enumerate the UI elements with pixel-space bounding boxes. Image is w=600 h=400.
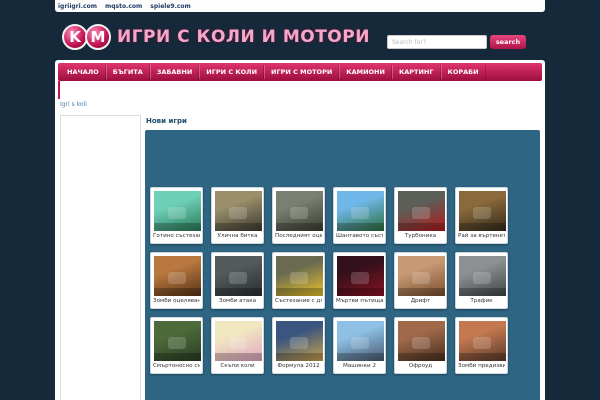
search-input[interactable] — [387, 35, 487, 49]
game-thumbnail[interactable] — [337, 321, 384, 361]
game-thumbnail[interactable] — [398, 256, 445, 296]
game-title[interactable]: Скъпи коли — [214, 363, 261, 369]
game-card[interactable]: Зомби атака — [211, 252, 264, 309]
game-title[interactable]: Последният оцелял — [275, 233, 322, 239]
nav-item-trucks[interactable]: КАМИОНИ — [339, 65, 392, 79]
game-card[interactable]: Състезание с джипове — [272, 252, 325, 309]
game-card[interactable]: Офроуд — [394, 317, 447, 374]
nav-item-buggies[interactable]: БЪГИТА — [105, 65, 150, 79]
logo-letter-m: M — [85, 24, 111, 50]
game-card[interactable]: Рай за въртенето — [455, 187, 508, 244]
game-thumbnail[interactable] — [154, 321, 201, 361]
game-thumbnail[interactable] — [276, 191, 323, 231]
nav-item-fun[interactable]: ЗАБАВНИ — [149, 65, 200, 79]
main-page: НАЧАЛО БЪГИТА ЗАБАВНИ ИГРИ С КОЛИ ИГРИ С… — [55, 60, 545, 400]
game-card[interactable]: Дрифт — [394, 252, 447, 309]
nav-item-car-games[interactable]: ИГРИ С КОЛИ — [199, 65, 265, 79]
game-title[interactable]: Офроуд — [397, 363, 444, 369]
top-links-bar: igriigri.com mqsto.com spiele9.com — [55, 0, 545, 12]
nav-item-ships[interactable]: КОРАБИ — [440, 65, 486, 79]
site-logo[interactable]: K M ИГРИ С КОЛИ И МОТОРИ — [62, 24, 370, 50]
topbar-link-spiele9[interactable]: spiele9.com — [150, 3, 191, 10]
game-thumbnail[interactable] — [398, 191, 445, 231]
game-card[interactable]: Готино състезание — [150, 187, 203, 244]
game-card[interactable]: Формула 2012 — [272, 317, 325, 374]
game-title[interactable]: Зомби предизвикателство — [458, 363, 505, 369]
game-thumbnail[interactable] — [215, 191, 262, 231]
nav-item-home[interactable]: НАЧАЛО — [61, 65, 106, 79]
game-title[interactable]: Рай за въртенето — [458, 233, 505, 239]
sidebar-box — [60, 115, 141, 400]
logo-badge: K M — [62, 24, 111, 50]
game-thumbnail[interactable] — [459, 191, 506, 231]
game-card[interactable]: Зомби предизвикателство — [455, 317, 508, 374]
game-thumbnail[interactable] — [337, 256, 384, 296]
game-card[interactable]: Трафик — [455, 252, 508, 309]
game-card[interactable]: Шантавото състезание — [333, 187, 386, 244]
game-thumbnail[interactable] — [276, 321, 323, 361]
game-title[interactable]: Състезание с джипове — [275, 298, 322, 304]
main-nav: НАЧАЛО БЪГИТА ЗАБАВНИ ИГРИ С КОЛИ ИГРИ С… — [58, 63, 542, 81]
section-title: Нови игри — [146, 117, 187, 125]
game-card[interactable]: Турбоника — [394, 187, 447, 244]
game-title[interactable]: Улична битка — [214, 233, 261, 239]
game-card[interactable]: Машинки 2 — [333, 317, 386, 374]
game-title[interactable]: Зомби оцеляване — [153, 298, 200, 304]
games-panel: Готино състезание Улична битка Последният … — [145, 130, 540, 400]
game-thumbnail[interactable] — [398, 321, 445, 361]
game-card[interactable]: Скъпи коли — [211, 317, 264, 374]
game-thumbnail[interactable] — [459, 321, 506, 361]
game-title[interactable]: Турбоника — [397, 233, 444, 239]
topbar-link-mqsto[interactable]: mqsto.com — [105, 3, 142, 10]
game-title[interactable]: Зомби атака — [214, 298, 261, 304]
game-card[interactable]: Мъртви пътища — [333, 252, 386, 309]
game-card[interactable]: Зомби оцеляване — [150, 252, 203, 309]
game-title[interactable]: Мъртви пътища — [336, 298, 383, 304]
search-form: search — [387, 35, 526, 49]
game-title[interactable]: Машинки 2 — [336, 363, 383, 369]
game-thumbnail[interactable] — [154, 191, 201, 231]
game-card[interactable]: Смъртоносно състезание — [150, 317, 203, 374]
breadcrumb[interactable]: Igri s koli — [60, 101, 87, 108]
submenu-accent — [58, 81, 60, 99]
game-thumbnail[interactable] — [154, 256, 201, 296]
game-thumbnail[interactable] — [337, 191, 384, 231]
nav-item-moto-games[interactable]: ИГРИ С МОТОРИ — [264, 65, 340, 79]
game-title[interactable]: Трафик — [458, 298, 505, 304]
game-title[interactable]: Готино състезание — [153, 233, 200, 239]
game-thumbnail[interactable] — [459, 256, 506, 296]
game-title[interactable]: Формула 2012 — [275, 363, 322, 369]
game-title[interactable]: Шантавото състезание — [336, 233, 383, 239]
game-card[interactable]: Последният оцелял — [272, 187, 325, 244]
search-button[interactable]: search — [490, 35, 526, 49]
game-thumbnail[interactable] — [276, 256, 323, 296]
game-title[interactable]: Дрифт — [397, 298, 444, 304]
nav-item-karting[interactable]: КАРТИНГ — [391, 65, 441, 79]
game-thumbnail[interactable] — [215, 256, 262, 296]
game-title[interactable]: Смъртоносно състезание — [153, 363, 200, 369]
site-title: ИГРИ С КОЛИ И МОТОРИ — [117, 27, 370, 47]
game-card[interactable]: Улична битка — [211, 187, 264, 244]
topbar-link-igriigri[interactable]: igriigri.com — [58, 3, 97, 10]
game-thumbnail[interactable] — [215, 321, 262, 361]
